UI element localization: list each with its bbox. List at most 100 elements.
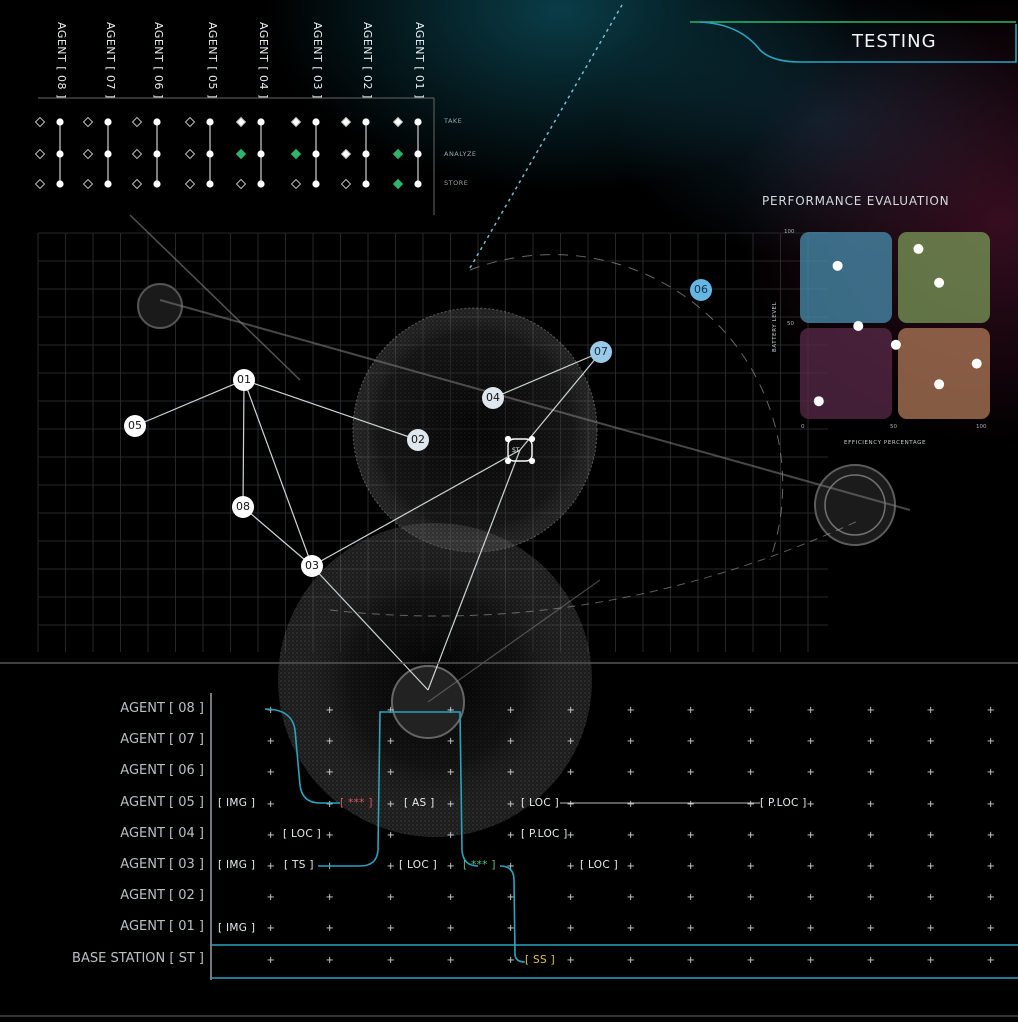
svg-text:+: +	[927, 955, 935, 966]
svg-text:+: +	[627, 892, 635, 903]
svg-text:+: +	[867, 767, 875, 778]
svg-text:+: +	[447, 799, 455, 810]
svg-text:+: +	[687, 923, 695, 934]
svg-text:+: +	[387, 955, 395, 966]
timeline-row-label: AGENT [ 03 ]	[120, 857, 204, 872]
svg-text:+: +	[387, 736, 395, 747]
svg-text:+: +	[567, 830, 575, 841]
svg-text:+: +	[627, 955, 635, 966]
svg-text:+: +	[747, 861, 755, 872]
svg-text:+: +	[927, 892, 935, 903]
timeline-row-label: AGENT [ 06 ]	[120, 763, 204, 778]
svg-text:+: +	[867, 861, 875, 872]
svg-text:+: +	[687, 767, 695, 778]
event-tag[interactable]: [ IMG ]	[218, 797, 255, 809]
svg-text:+: +	[687, 892, 695, 903]
svg-text:+: +	[927, 799, 935, 810]
svg-text:+: +	[267, 830, 275, 841]
svg-text:+: +	[447, 705, 455, 716]
svg-text:+: +	[987, 705, 995, 716]
svg-text:+: +	[447, 861, 455, 872]
svg-text:+: +	[507, 767, 515, 778]
svg-text:+: +	[326, 955, 334, 966]
svg-text:+: +	[747, 736, 755, 747]
event-tag[interactable]: [ *** ]	[340, 797, 373, 809]
svg-text:+: +	[387, 767, 395, 778]
svg-text:+: +	[567, 892, 575, 903]
svg-text:+: +	[867, 830, 875, 841]
event-tag[interactable]: [ AS ]	[404, 797, 435, 809]
svg-text:+: +	[927, 923, 935, 934]
event-tag[interactable]: [ LOC ]	[580, 859, 618, 871]
svg-text:+: +	[507, 736, 515, 747]
svg-text:+: +	[387, 830, 395, 841]
svg-text:+: +	[987, 767, 995, 778]
svg-text:+: +	[326, 923, 334, 934]
svg-text:+: +	[807, 892, 815, 903]
svg-text:+: +	[447, 955, 455, 966]
event-tag[interactable]: [ SS ]	[525, 954, 555, 966]
event-tag[interactable]: [ P.LOC ]	[760, 797, 807, 809]
svg-text:+: +	[987, 861, 995, 872]
event-tag[interactable]: [ IMG ]	[218, 859, 255, 871]
svg-text:+: +	[867, 955, 875, 966]
svg-text:+: +	[567, 861, 575, 872]
svg-text:+: +	[807, 923, 815, 934]
svg-text:+: +	[507, 830, 515, 841]
svg-text:+: +	[627, 923, 635, 934]
event-tag[interactable]: [ *** ]	[463, 859, 496, 871]
timeline-row-label: AGENT [ 04 ]	[120, 826, 204, 841]
svg-text:+: +	[627, 861, 635, 872]
svg-text:+: +	[987, 736, 995, 747]
svg-text:+: +	[687, 955, 695, 966]
svg-text:+: +	[326, 830, 334, 841]
event-tag[interactable]: [ IMG ]	[218, 922, 255, 934]
svg-text:+: +	[387, 705, 395, 716]
svg-text:+: +	[987, 892, 995, 903]
timeline-row-label: AGENT [ 05 ]	[120, 795, 204, 810]
svg-text:+: +	[927, 736, 935, 747]
svg-text:+: +	[326, 892, 334, 903]
svg-text:+: +	[267, 892, 275, 903]
svg-text:+: +	[627, 767, 635, 778]
svg-text:+: +	[687, 830, 695, 841]
svg-text:+: +	[687, 799, 695, 810]
svg-text:+: +	[567, 955, 575, 966]
svg-text:+: +	[326, 705, 334, 716]
event-tag[interactable]: [ LOC ]	[399, 859, 437, 871]
svg-text:+: +	[447, 923, 455, 934]
event-tag[interactable]: [ TS ]	[284, 859, 314, 871]
svg-text:+: +	[267, 861, 275, 872]
svg-text:+: +	[747, 705, 755, 716]
svg-text:+: +	[267, 767, 275, 778]
svg-text:+: +	[927, 767, 935, 778]
event-tag[interactable]: [ LOC ]	[521, 797, 559, 809]
svg-text:+: +	[507, 955, 515, 966]
svg-text:+: +	[387, 861, 395, 872]
svg-text:+: +	[447, 767, 455, 778]
svg-text:+: +	[987, 799, 995, 810]
svg-text:+: +	[447, 892, 455, 903]
svg-text:+: +	[747, 923, 755, 934]
svg-text:+: +	[627, 705, 635, 716]
svg-text:+: +	[687, 861, 695, 872]
svg-text:+: +	[807, 705, 815, 716]
svg-text:+: +	[987, 830, 995, 841]
timeline-row-label: AGENT [ 02 ]	[120, 888, 204, 903]
svg-text:+: +	[747, 767, 755, 778]
event-tag[interactable]: [ P.LOC ]	[521, 828, 568, 840]
svg-text:+: +	[807, 955, 815, 966]
svg-text:+: +	[807, 799, 815, 810]
svg-text:+: +	[627, 799, 635, 810]
event-tag[interactable]: [ LOC ]	[283, 828, 321, 840]
svg-text:+: +	[807, 830, 815, 841]
svg-text:+: +	[867, 892, 875, 903]
svg-text:+: +	[267, 736, 275, 747]
svg-text:+: +	[927, 861, 935, 872]
svg-text:+: +	[987, 923, 995, 934]
svg-text:+: +	[387, 923, 395, 934]
svg-text:+: +	[807, 736, 815, 747]
svg-text:+: +	[687, 736, 695, 747]
svg-text:+: +	[867, 923, 875, 934]
svg-text:+: +	[747, 955, 755, 966]
